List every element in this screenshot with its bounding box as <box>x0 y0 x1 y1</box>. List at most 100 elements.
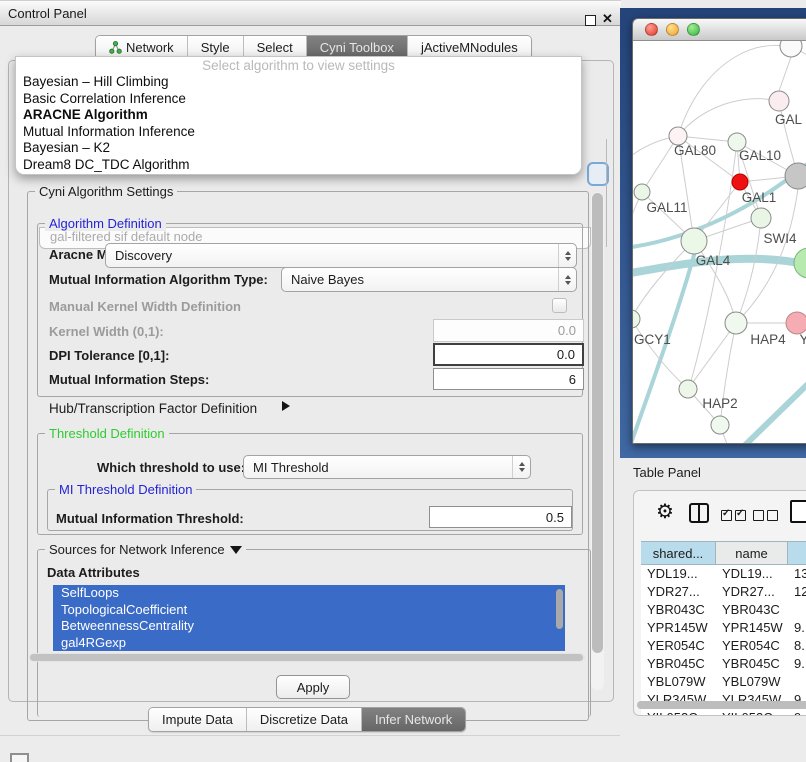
network-node[interactable] <box>633 310 640 328</box>
tab-impute-data[interactable]: Impute Data <box>149 708 246 731</box>
table-cell: 9. <box>788 619 806 637</box>
network-node[interactable] <box>780 41 802 57</box>
attributes-scrollbar-thumb[interactable] <box>556 589 563 629</box>
gear-icon[interactable] <box>656 499 674 524</box>
attribute-item[interactable]: gal4RGexp <box>53 635 565 652</box>
data-attributes-list[interactable]: SelfLoopsTopologicalCoefficientBetweenne… <box>53 585 565 651</box>
algorithm-option[interactable]: Basic Correlation Inference <box>16 91 581 108</box>
mi-steps-input[interactable]: 6 <box>433 368 584 390</box>
checked-checkboxes-icon[interactable] <box>721 508 749 526</box>
attribute-item[interactable]: BetweennessCentrality <box>53 618 565 635</box>
node-label: GAL80 <box>674 143 716 158</box>
table-cell: 8. <box>788 637 806 655</box>
attributes-hscrollbar[interactable] <box>29 653 585 662</box>
table-cell: YBL079W <box>641 673 716 691</box>
data-attributes-label: Data Attributes <box>47 565 140 580</box>
attribute-item[interactable]: TopologicalCoefficient <box>53 602 565 619</box>
control-panel-titlebar: Control Panel <box>0 0 621 26</box>
page-icon[interactable] <box>790 500 806 523</box>
settings-scrollbar-thumb[interactable] <box>592 193 603 653</box>
table-cell: YPR145W <box>641 619 716 637</box>
settings-scrollbar[interactable] <box>591 192 604 690</box>
table-cell <box>788 601 806 619</box>
attribute-item[interactable]: SelfLoops <box>53 585 565 602</box>
table-hscrollbar-thumb[interactable] <box>637 701 806 709</box>
network-window[interactable]: GALGAL80GAL10GAL1GAL11SWI4GAL4GCY1HAP4YH… <box>632 18 806 444</box>
minimize-light-icon[interactable] <box>666 23 679 36</box>
manual-kernel-checkbox[interactable] <box>552 298 567 313</box>
network-node[interactable] <box>725 312 747 334</box>
network-node[interactable] <box>681 228 707 254</box>
float-icon[interactable] <box>585 15 596 26</box>
network-node[interactable] <box>634 184 650 200</box>
apply-button[interactable]: Apply <box>276 675 350 699</box>
close-light-icon[interactable] <box>645 23 658 36</box>
collapse-down-icon[interactable] <box>230 546 242 554</box>
table-row[interactable]: YBL079WYBL079W <box>641 673 806 691</box>
mi-threshold-legend: MI Threshold Definition <box>55 482 196 497</box>
network-node[interactable] <box>794 248 806 278</box>
algorithm-option[interactable]: Mutual Information Inference <box>16 124 581 141</box>
unchecked-checkboxes-icon[interactable] <box>753 508 781 526</box>
sources-legend: Sources for Network Inference <box>45 542 246 557</box>
close-icon[interactable]: ✕ <box>602 11 613 27</box>
table-cell: 9. <box>788 655 806 673</box>
threshold-definition-legend: Threshold Definition <box>45 426 169 441</box>
algorithm-definition-legend: Algorithm Definition <box>45 216 166 231</box>
network-node[interactable] <box>679 380 697 398</box>
table-row[interactable]: YDR27...YDR27...12 <box>641 583 806 601</box>
algorithm-option[interactable]: Bayesian – K2 <box>16 140 581 157</box>
mi-algorithm-type-combo[interactable]: Naive Bayes <box>281 267 577 292</box>
mi-threshold-input[interactable]: 0.5 <box>429 506 572 528</box>
zoom-light-icon[interactable] <box>687 23 700 36</box>
network-desktop: GALGAL80GAL10GAL1GAL11SWI4GAL4GCY1HAP4YH… <box>620 8 806 458</box>
network-node[interactable] <box>751 208 771 228</box>
corner-widget-icon[interactable] <box>10 753 29 762</box>
algorithm-dropdown: Select algorithm to view settings Bayesi… <box>15 56 582 175</box>
network-edge <box>678 99 779 136</box>
group-border-fragment <box>606 139 607 247</box>
table-row[interactable]: YBR043CYBR043C <box>641 601 806 619</box>
table-panel-box: shared... name YDL19...YDL19...13YDR27..… <box>633 490 806 716</box>
expand-right-icon[interactable] <box>282 401 290 411</box>
which-threshold-label: Which threshold to use: <box>97 460 245 475</box>
aracne-mode-combo[interactable]: Discovery <box>105 243 577 268</box>
table-cell: YDL19... <box>716 565 788 583</box>
column-header-shared[interactable]: shared... <box>641 542 716 564</box>
algorithm-option[interactable]: Bayesian – Hill Climbing <box>16 74 581 91</box>
network-node[interactable] <box>785 163 806 189</box>
network-node[interactable] <box>786 312 806 334</box>
table-row[interactable]: YDL19...YDL19...13 <box>641 565 806 583</box>
network-node[interactable] <box>711 416 729 434</box>
algorithm-option[interactable]: ARACNE Algorithm <box>16 107 581 124</box>
dpi-tolerance-input[interactable]: 0.0 <box>433 343 584 366</box>
network-canvas[interactable]: GALGAL80GAL10GAL1GAL11SWI4GAL4GCY1HAP4YH… <box>633 41 806 444</box>
column-header-clipped[interactable] <box>788 542 806 564</box>
table-header-row: shared... name <box>641 541 806 565</box>
node-label: GAL <box>775 112 803 127</box>
table-row[interactable]: YIL052CYIL052C9. <box>641 709 806 716</box>
table-cell: YPR145W <box>716 619 788 637</box>
algorithm-option[interactable]: Dream8 DC_TDC Algorithm <box>16 157 581 174</box>
split-columns-icon[interactable] <box>689 503 709 523</box>
network-graph[interactable]: GALGAL80GAL10GAL1GAL11SWI4GAL4GCY1HAP4YH… <box>633 41 806 444</box>
dpi-tolerance-label: DPI Tolerance [0,1]: <box>49 348 169 363</box>
combo-spinner-icon <box>558 268 576 291</box>
table-row[interactable]: YBR045CYBR045C9. <box>641 655 806 673</box>
kernel-width-input[interactable]: 0.0 <box>433 319 584 342</box>
tab-infer-network[interactable]: Infer Network <box>361 708 465 731</box>
table-cell: 13 <box>788 565 806 583</box>
table-row[interactable]: YPR145WYPR145W9. <box>641 619 806 637</box>
combo-spinner-icon <box>512 456 530 478</box>
which-threshold-combo[interactable]: MI Threshold <box>243 455 531 479</box>
network-window-titlebar[interactable] <box>633 19 806 41</box>
node-label: SWI4 <box>763 231 796 246</box>
kernel-width-label: Kernel Width (0,1): <box>49 324 164 339</box>
column-header-name[interactable]: name <box>716 542 788 564</box>
network-node[interactable] <box>769 91 789 111</box>
tab-discretize-data[interactable]: Discretize Data <box>246 708 361 731</box>
attributes-hscrollbar-thumb[interactable] <box>30 654 583 661</box>
table-row[interactable]: YER054CYER054C8. <box>641 637 806 655</box>
network-node[interactable] <box>732 174 748 190</box>
table-cell: 9. <box>788 709 806 716</box>
